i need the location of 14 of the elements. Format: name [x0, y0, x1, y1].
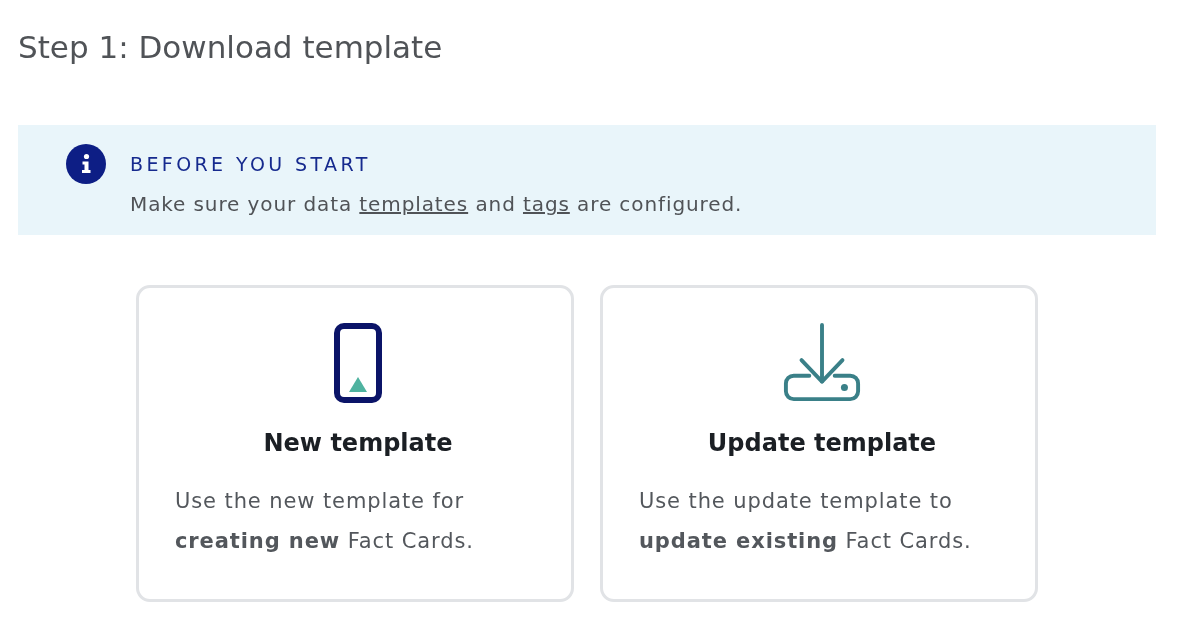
info-icon: [66, 144, 106, 184]
card-title: Update template: [707, 428, 937, 459]
card-description: Use the update template to update existing Fact Cards.: [639, 488, 973, 555]
template-option-card[interactable]: Update template Use the update template to update existing Fact Cards.: [600, 285, 1038, 602]
banner-title: BEFORE YOU START: [130, 152, 372, 177]
card-description: Use the new template for creating new Fact Cards.: [175, 488, 475, 555]
card-title: New template: [263, 428, 453, 459]
page-heading: Step 1: Download template: [18, 28, 444, 67]
inline-link[interactable]: templates: [359, 192, 469, 216]
phone-icon: [334, 323, 382, 403]
inline-link[interactable]: tags: [523, 192, 570, 216]
template-option-card[interactable]: New template Use the new template for creating new Fact Cards.: [136, 285, 574, 602]
download-icon: [782, 323, 862, 403]
banner-message: Make sure your data templates and tags are configured.: [130, 191, 744, 218]
